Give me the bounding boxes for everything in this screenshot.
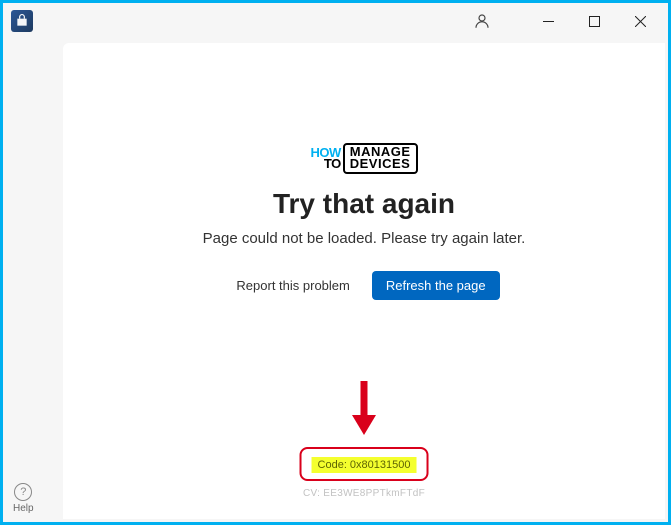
titlebar [3,3,668,39]
report-problem-link[interactable]: Report this problem [228,272,357,299]
help-icon: ? [14,483,32,501]
arrow-down-icon [349,379,379,435]
error-code: Code: 0x80131500 [312,457,417,473]
titlebar-left [11,10,33,32]
watermark-devices: DEVICES [350,158,411,170]
close-button[interactable] [618,6,662,36]
user-account-button[interactable] [460,6,504,36]
help-button[interactable]: ? Help [13,483,34,514]
minimize-button[interactable] [526,6,570,36]
button-row: Report this problem Refresh the page [228,271,499,300]
app-icon [11,10,33,32]
content-area: HOW TO MANAGE DEVICES Try that again Pag… [63,43,665,519]
maximize-button[interactable] [572,6,616,36]
watermark-logo: HOW TO MANAGE DEVICES [310,143,417,174]
refresh-page-button[interactable]: Refresh the page [372,271,500,300]
error-message: Page could not be loaded. Please try aga… [203,230,526,247]
error-heading: Try that again [273,188,455,220]
window-frame: HOW TO MANAGE DEVICES Try that again Pag… [0,0,671,525]
watermark-to: TO [324,158,341,170]
error-code-highlight: Code: 0x80131500 [300,447,429,481]
help-label: Help [13,503,34,514]
titlebar-controls [460,6,662,36]
correlation-vector: CV: EE3WE8PPTkmFTdF [303,488,425,499]
